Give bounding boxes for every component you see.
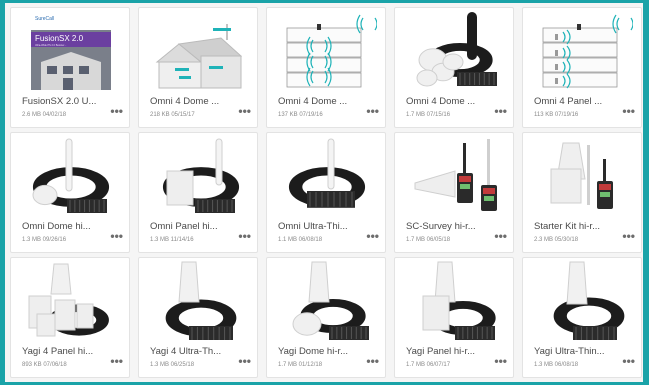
- more-options-icon[interactable]: •••: [622, 105, 635, 117]
- file-title[interactable]: Yagi Panel hi-r...: [406, 346, 506, 357]
- more-options-icon[interactable]: •••: [110, 230, 123, 242]
- svg-text:SureCall: SureCall: [35, 16, 54, 22]
- file-title[interactable]: FusionSX 2.0 U...: [22, 96, 122, 107]
- file-thumbnail[interactable]: [149, 10, 249, 90]
- file-grid: SureCall FusionSX 2.0 Ultra-Wide PS 2.0 …: [10, 7, 642, 378]
- file-title[interactable]: Yagi Ultra-Thin...: [534, 346, 634, 357]
- file-card[interactable]: Starter Kit hi-r... 2.3 MB 05/30/18 •••: [522, 132, 642, 253]
- file-thumbnail[interactable]: [405, 10, 505, 90]
- file-card[interactable]: SureCall FusionSX 2.0 Ultra-Wide PS 2.0 …: [10, 7, 130, 128]
- file-card[interactable]: SC-Survey hi-r... 1.7 MB 06/05/18 •••: [394, 132, 514, 253]
- file-title[interactable]: Omni Ultra-Thi...: [278, 221, 378, 232]
- more-options-icon[interactable]: •••: [494, 105, 507, 117]
- more-options-icon[interactable]: •••: [622, 355, 635, 367]
- more-options-icon[interactable]: •••: [622, 230, 635, 242]
- file-card[interactable]: Yagi Ultra-Thin... 1.3 MB 06/08/18 •••: [522, 257, 642, 378]
- svg-text:Ultra-Wide PS 2.0 Booster...: Ultra-Wide PS 2.0 Booster...: [35, 44, 67, 47]
- file-meta: 2.6 MB 04/02/18: [22, 112, 67, 118]
- more-options-icon[interactable]: •••: [366, 355, 379, 367]
- file-thumbnail[interactable]: SureCall FusionSX 2.0 Ultra-Wide PS 2.0 …: [21, 10, 121, 90]
- file-card[interactable]: Omni Ultra-Thi... 1.1 MB 06/08/18 •••: [266, 132, 386, 253]
- file-thumbnail[interactable]: [277, 135, 377, 215]
- file-card[interactable]: Omni 4 Panel ... 113 KB 07/19/16 •••: [522, 7, 642, 128]
- file-meta: 1.1 MB 06/08/18: [278, 237, 323, 243]
- file-thumbnail[interactable]: [277, 260, 377, 340]
- file-thumbnail[interactable]: [149, 135, 249, 215]
- file-thumbnail[interactable]: [21, 135, 121, 215]
- file-meta: 137 KB 07/19/16: [278, 112, 323, 118]
- file-card[interactable]: Yagi 4 Panel hi... 893 KB 07/06/18 •••: [10, 257, 130, 378]
- more-options-icon[interactable]: •••: [238, 230, 251, 242]
- file-card[interactable]: Omni 4 Dome ... 137 KB 07/19/16 •••: [266, 7, 386, 128]
- file-meta: 2.3 MB 05/30/18: [534, 237, 579, 243]
- file-title[interactable]: Yagi Dome hi-r...: [278, 346, 378, 357]
- file-card[interactable]: Omni 4 Dome ... 218 KB 05/15/17 •••: [138, 7, 258, 128]
- file-title[interactable]: Omni 4 Dome ...: [278, 96, 378, 107]
- more-options-icon[interactable]: •••: [366, 105, 379, 117]
- file-thumbnail[interactable]: [533, 10, 633, 90]
- file-meta: 1.3 MB 06/08/18: [534, 362, 579, 368]
- file-meta: 1.7 MB 06/05/18: [406, 237, 451, 243]
- file-title[interactable]: Yagi 4 Ultra-Th...: [150, 346, 250, 357]
- file-thumbnail[interactable]: [533, 260, 633, 340]
- file-title[interactable]: Omni 4 Dome ...: [406, 96, 506, 107]
- file-title[interactable]: Yagi 4 Panel hi...: [22, 346, 122, 357]
- file-meta: 1.3 MB 06/25/18: [150, 362, 195, 368]
- file-meta: 1.3 MB 09/26/16: [22, 237, 67, 243]
- file-title[interactable]: Omni 4 Dome ...: [150, 96, 250, 107]
- file-card[interactable]: Yagi Dome hi-r... 1.7 MB 01/12/18 •••: [266, 257, 386, 378]
- more-options-icon[interactable]: •••: [238, 355, 251, 367]
- file-title[interactable]: Omni Panel hi...: [150, 221, 250, 232]
- more-options-icon[interactable]: •••: [494, 355, 507, 367]
- file-meta: 1.7 MB 06/07/17: [406, 362, 451, 368]
- file-meta: 893 KB 07/06/18: [22, 362, 67, 368]
- file-card[interactable]: Omni Dome hi... 1.3 MB 09/26/16 •••: [10, 132, 130, 253]
- file-thumbnail[interactable]: [21, 260, 121, 340]
- file-browser: SureCall FusionSX 2.0 Ultra-Wide PS 2.0 …: [5, 3, 643, 382]
- file-thumbnail[interactable]: [405, 135, 505, 215]
- file-title[interactable]: SC-Survey hi-r...: [406, 221, 506, 232]
- file-card[interactable]: Omni 4 Dome ... 1.7 MB 07/15/16 •••: [394, 7, 514, 128]
- file-title[interactable]: Omni Dome hi...: [22, 221, 122, 232]
- more-options-icon[interactable]: •••: [238, 105, 251, 117]
- file-card[interactable]: Yagi 4 Ultra-Th... 1.3 MB 06/25/18 •••: [138, 257, 258, 378]
- more-options-icon[interactable]: •••: [110, 355, 123, 367]
- file-meta: 113 KB 07/19/16: [534, 112, 579, 118]
- file-meta: 218 KB 05/15/17: [150, 112, 195, 118]
- more-options-icon[interactable]: •••: [110, 105, 123, 117]
- file-thumbnail[interactable]: [277, 10, 377, 90]
- file-card[interactable]: Omni Panel hi... 1.3 MB 11/14/16 •••: [138, 132, 258, 253]
- file-thumbnail[interactable]: [149, 260, 249, 340]
- file-meta: 1.7 MB 07/15/16: [406, 112, 451, 118]
- more-options-icon[interactable]: •••: [494, 230, 507, 242]
- svg-text:FusionSX 2.0: FusionSX 2.0: [35, 34, 84, 43]
- file-card[interactable]: Yagi Panel hi-r... 1.7 MB 06/07/17 •••: [394, 257, 514, 378]
- file-meta: 1.7 MB 01/12/18: [278, 362, 323, 368]
- file-title[interactable]: Omni 4 Panel ...: [534, 96, 634, 107]
- file-thumbnail[interactable]: [533, 135, 633, 215]
- file-title[interactable]: Starter Kit hi-r...: [534, 221, 634, 232]
- more-options-icon[interactable]: •••: [366, 230, 379, 242]
- file-thumbnail[interactable]: [405, 260, 505, 340]
- file-meta: 1.3 MB 11/14/16: [150, 237, 194, 243]
